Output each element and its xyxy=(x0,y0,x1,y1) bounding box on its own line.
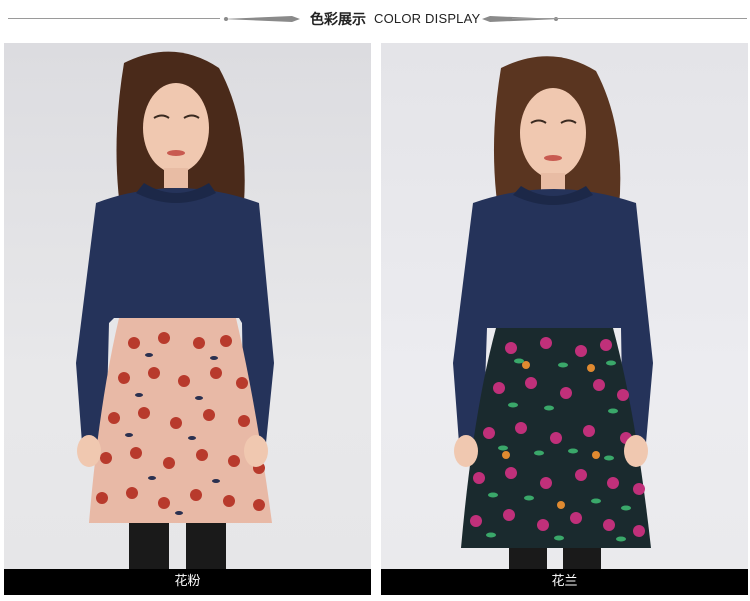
header-rule-right xyxy=(512,18,747,19)
model-illustration-pink xyxy=(76,51,274,569)
header-ornament-left xyxy=(222,16,300,22)
model-illustration-blue xyxy=(453,56,653,569)
section-header: 色彩展示 COLOR DISPLAY xyxy=(0,0,750,40)
header-title-en: COLOR DISPLAY xyxy=(374,11,481,26)
color-caption-pink: 花粉 xyxy=(4,569,371,595)
product-photo-blue[interactable]: 花兰 xyxy=(381,43,748,595)
product-photo-pink[interactable]: 花粉 xyxy=(4,43,371,595)
header-title-cn: 色彩展示 xyxy=(310,12,366,28)
header-rule-left xyxy=(8,18,220,19)
header-ornament-right xyxy=(482,16,560,22)
color-caption-blue: 花兰 xyxy=(381,569,748,595)
